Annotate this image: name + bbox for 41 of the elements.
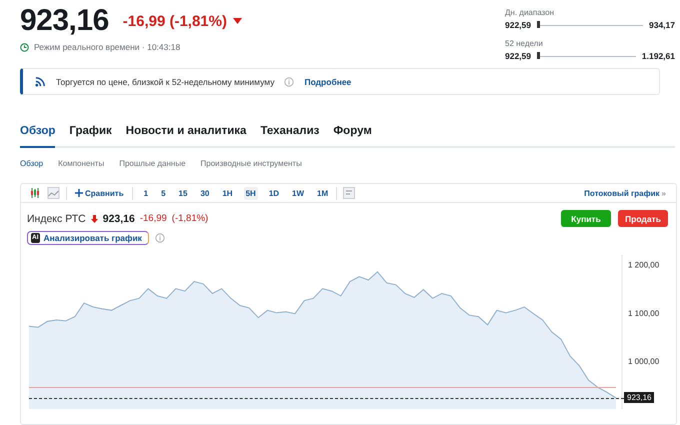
range-low: 922,59	[505, 20, 531, 30]
subtab[interactable]: Производные инструменты	[200, 159, 302, 168]
interval-button[interactable]: 15	[176, 186, 190, 200]
compare-button[interactable]: Сравнить	[73, 186, 126, 200]
instrument-percent: (-1,81%)	[172, 213, 208, 224]
range-low: 922,59	[505, 51, 531, 61]
subtab[interactable]: Компоненты	[58, 159, 104, 168]
interval-button[interactable]: 5	[159, 186, 168, 200]
range-label: 52 недели	[505, 39, 543, 48]
interval-button[interactable]: 1W	[290, 186, 306, 200]
more-link[interactable]: Подробнее	[304, 76, 352, 86]
range-high: 1.192,61	[642, 51, 675, 61]
interval-button[interactable]: 1M	[315, 186, 330, 200]
interval-button[interactable]: 5H	[244, 186, 258, 200]
range-label: Дн. диапазон	[505, 8, 554, 17]
banner-text: Торгуется по цене, близкой к 52-недельному минимуму	[56, 76, 274, 86]
interval-button[interactable]: 1	[142, 186, 150, 200]
axis-label: 1 100,00	[628, 308, 660, 318]
price-tag: 923,16	[624, 392, 654, 403]
price-change: -16,99 (-1,81%)	[122, 12, 242, 30]
tab[interactable]: Форум	[333, 125, 372, 148]
instrument-price: 923,16	[102, 212, 135, 224]
tab[interactable]: Теханализ	[260, 125, 320, 148]
tab[interactable]: Обзор	[20, 125, 56, 148]
interval-button[interactable]: 30	[198, 186, 212, 200]
double-chevron-icon: »	[662, 188, 666, 198]
sell-button[interactable]: Продать	[618, 210, 668, 227]
instrument-name: Индекс РТС	[27, 212, 86, 224]
tab[interactable]: График	[69, 125, 112, 148]
subtab[interactable]: Обзор	[20, 159, 44, 168]
interval-button[interactable]: 1H	[220, 186, 235, 200]
subtab[interactable]: Прошлые данные	[119, 159, 186, 168]
axis-label: 1 000,00	[628, 356, 660, 366]
streaming-chart-link[interactable]: Потоковый график »	[582, 186, 668, 200]
price: 923,16	[20, 4, 109, 38]
instrument-change: -16,99	[140, 213, 167, 224]
tab[interactable]: Новости и аналитика	[126, 125, 246, 148]
realtime-status: Режим реального времени · 10:43:18	[34, 42, 180, 52]
interval-button[interactable]: 1D	[266, 186, 282, 200]
range-high: 934,17	[649, 20, 675, 30]
axis-label: 1 200,00	[628, 260, 660, 270]
